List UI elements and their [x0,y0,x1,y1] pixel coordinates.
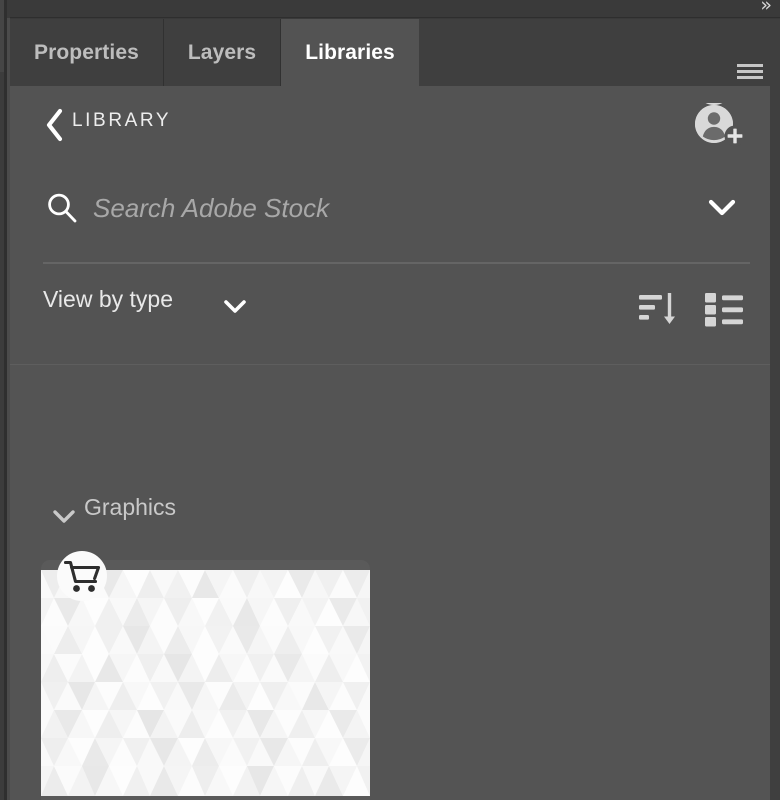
hamburger-menu-icon[interactable] [737,64,763,79]
window-left-gutter-lower [0,72,4,800]
shopping-cart-icon[interactable] [56,550,108,602]
search-divider [43,262,750,264]
group-label: Graphics [84,494,177,520]
search-icon[interactable] [45,191,79,225]
tab-libraries[interactable]: Libraries [281,19,420,86]
group-header-graphics[interactable]: Graphics [10,494,770,534]
toolbar-content-divider [10,364,770,365]
library-items-list: Graphics [10,364,770,800]
tab-layers[interactable]: Layers [163,19,282,86]
tab-libraries-label: Libraries [305,40,395,64]
panel-collapse-strip: » [10,0,780,18]
search-row [10,168,770,250]
page-title: LIBRARY [72,110,172,131]
view-by-chevron-down-icon[interactable] [222,298,248,316]
add-collaborator-icon[interactable] [694,103,748,151]
tab-properties-label: Properties [34,40,139,64]
panel-right-edge [770,86,780,800]
tab-group: Properties Layers Libraries [10,19,420,86]
libraries-panel-window: » Properties Layers Libraries LIBRARY Se… [0,0,780,800]
search-scope-chevron-down-icon[interactable] [707,196,737,218]
sort-descending-icon[interactable] [637,286,679,328]
list-view-icon[interactable] [703,286,745,328]
view-options-row: View by type [10,266,770,364]
libraries-panel: LIBRARY Search Adobe Stock View by type … [10,86,770,800]
tab-properties[interactable]: Properties [10,19,164,86]
panel-tab-bar: Properties Layers Libraries [10,19,780,86]
tab-layers-label: Layers [187,40,257,64]
list-item[interactable] [41,551,370,800]
chevron-left-icon[interactable] [43,108,65,142]
double-chevron-right-icon[interactable]: » [760,0,772,15]
search-input[interactable] [93,186,673,230]
view-by-type-label[interactable]: View by type [43,286,173,313]
asset-thumbnail [41,570,370,796]
library-header: LIBRARY [10,86,770,166]
group-chevron-down-icon[interactable] [51,508,77,526]
